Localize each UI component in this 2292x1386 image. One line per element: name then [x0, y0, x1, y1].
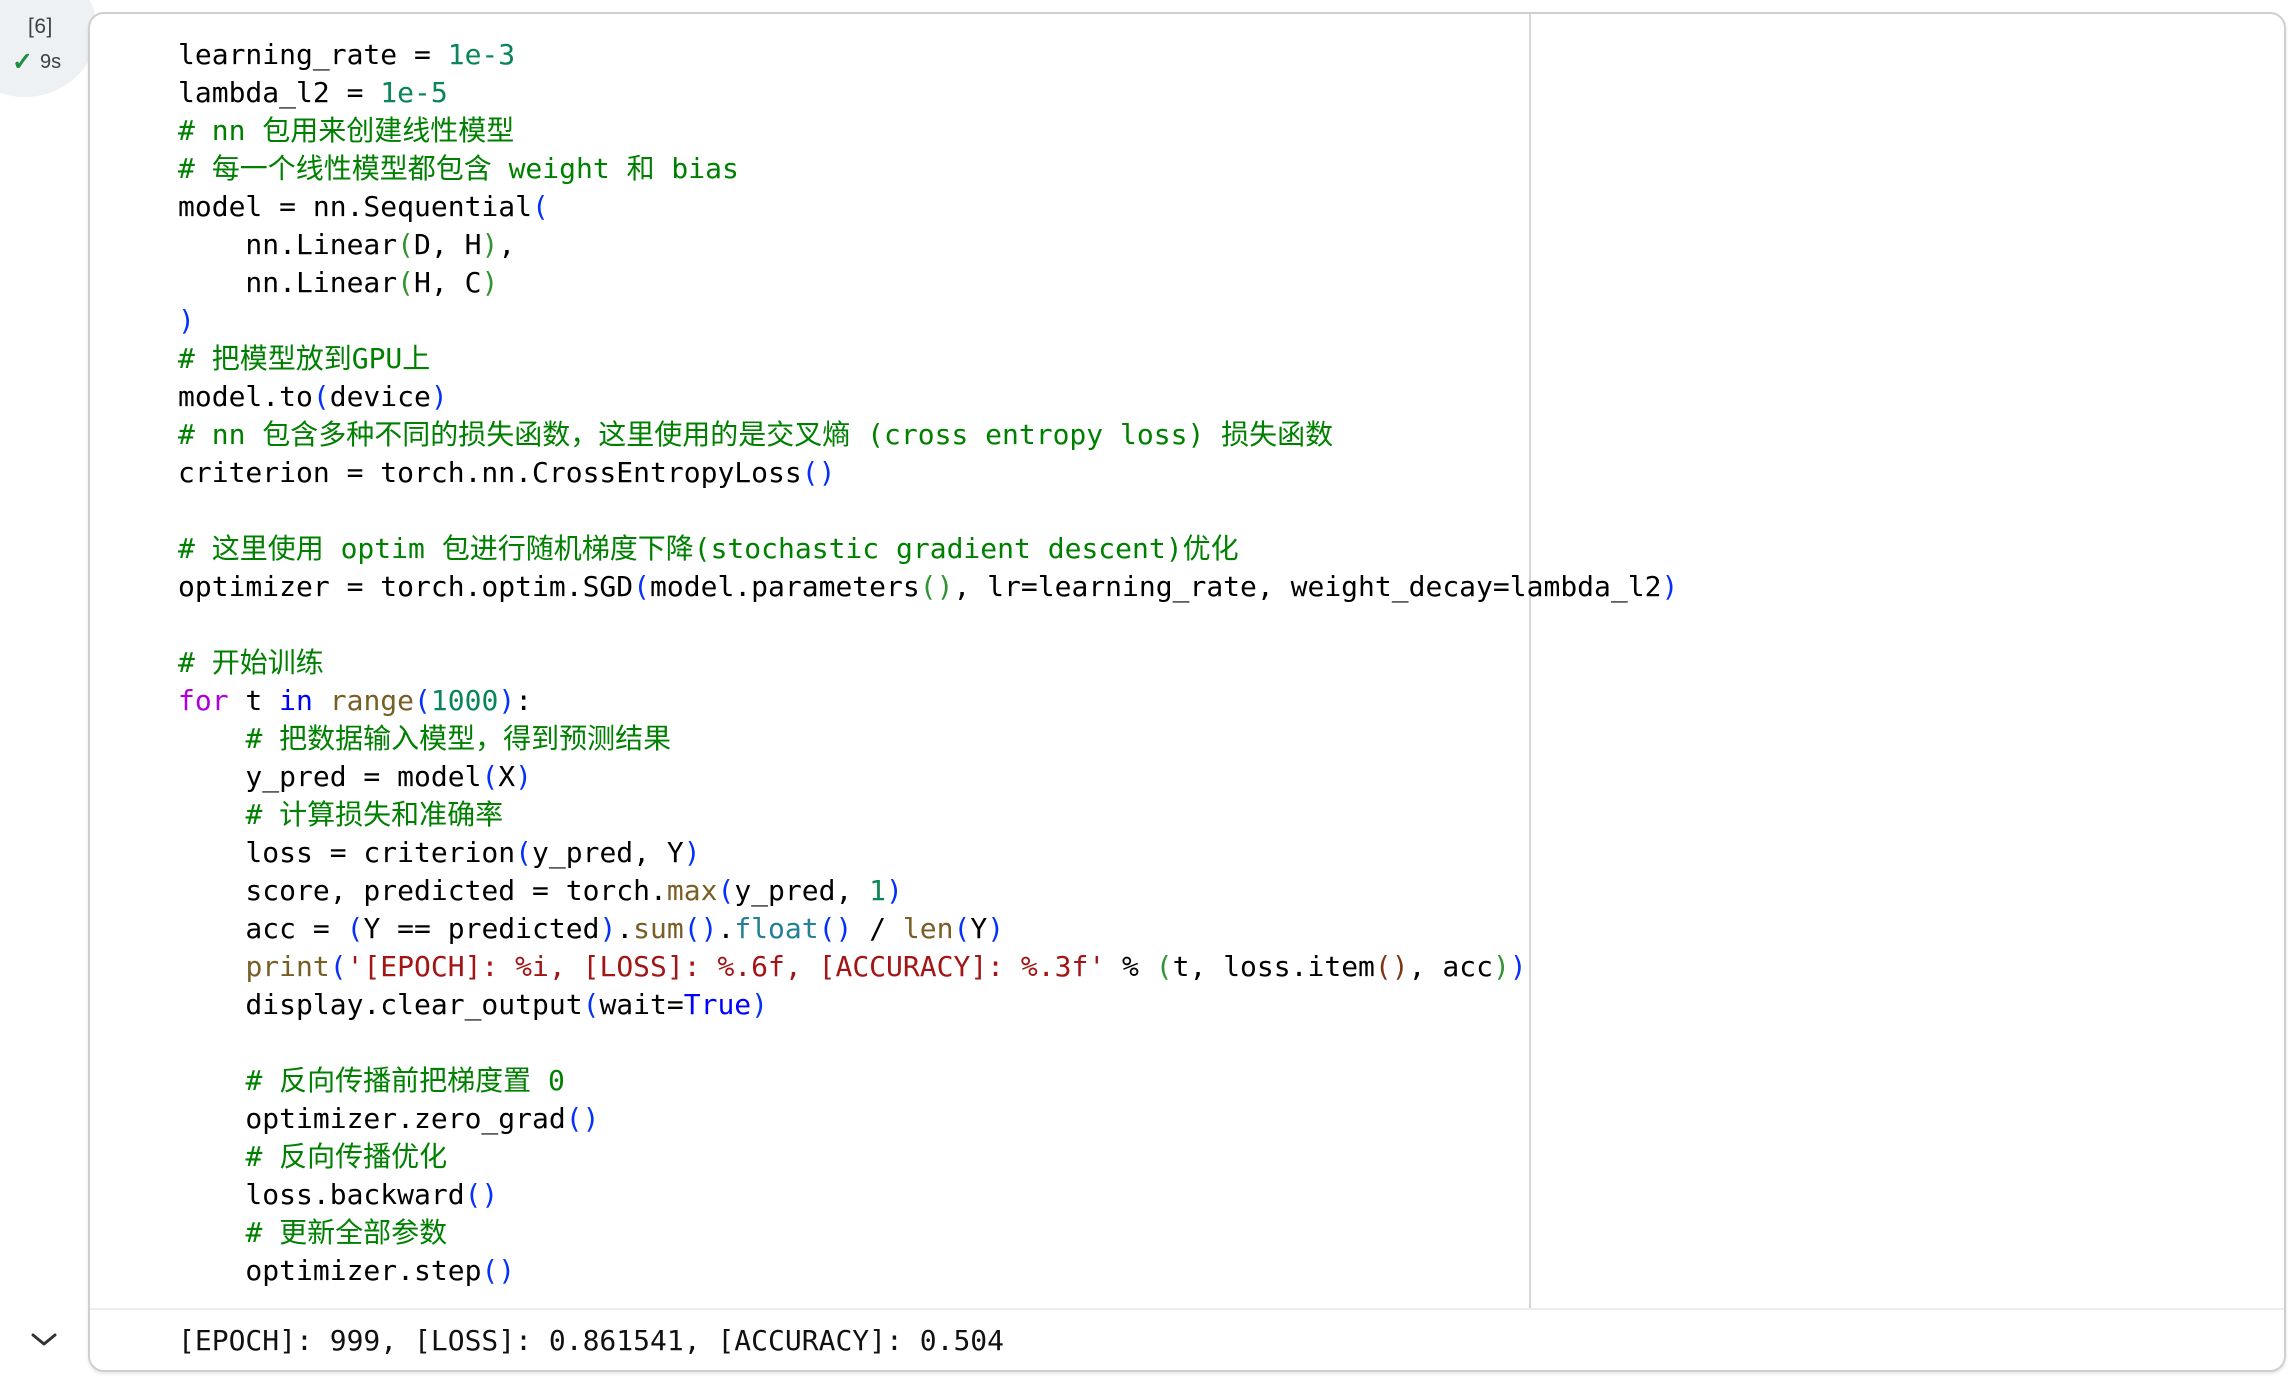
code-line: model.to(device) — [178, 378, 1678, 416]
check-icon: ✓ — [12, 50, 33, 75]
code-line: # 更新全部参数 — [178, 1214, 1678, 1252]
code-line: score, predicted = torch.max(y_pred, 1) — [178, 872, 1678, 910]
code-line: learning_rate = 1e-3 — [178, 36, 1678, 74]
code-line: # 反向传播前把梯度置 0 — [178, 1062, 1678, 1100]
code-line: # 开始训练 — [178, 644, 1678, 682]
code-line: nn.Linear(D, H), — [178, 226, 1678, 264]
code-line: print('[EPOCH]: %i, [LOSS]: %.6f, [ACCUR… — [178, 948, 1678, 986]
code-editor[interactable]: learning_rate = 1e-3lambda_l2 = 1e-5# nn… — [90, 14, 2284, 1308]
execution-duration: 9s — [40, 51, 61, 74]
code-line — [178, 606, 1678, 644]
code-line: # 每一个线性模型都包含 weight 和 bias — [178, 150, 1678, 188]
execution-count: [6] — [28, 15, 53, 39]
execution-status: ✓ 9s — [12, 50, 61, 75]
code-line: # 把模型放到GPU上 — [178, 340, 1678, 378]
code-line: nn.Linear(H, C) — [178, 264, 1678, 302]
code-line: model = nn.Sequential( — [178, 188, 1678, 226]
code-line: loss.backward() — [178, 1176, 1678, 1214]
code-line: # 反向传播优化 — [178, 1138, 1678, 1176]
code-line: # nn 包含多种不同的损失函数，这里使用的是交叉熵 (cross entrop… — [178, 416, 1678, 454]
notebook-page: [6] ✓ 9s learning_rate = 1e-3lambda_l2 =… — [0, 0, 2292, 1386]
code-line — [178, 492, 1678, 530]
output-text: [EPOCH]: 999, [LOSS]: 0.861541, [ACCURAC… — [178, 1324, 1004, 1357]
code-line: # 把数据输入模型，得到预测结果 — [178, 720, 1678, 758]
code-line: criterion = torch.nn.CrossEntropyLoss() — [178, 454, 1678, 492]
code-line: optimizer = torch.optim.SGD(model.parame… — [178, 568, 1678, 606]
code-lines: learning_rate = 1e-3lambda_l2 = 1e-5# nn… — [178, 36, 1678, 1290]
code-line: ) — [178, 302, 1678, 340]
code-line: optimizer.step() — [178, 1252, 1678, 1290]
code-line: display.clear_output(wait=True) — [178, 986, 1678, 1024]
code-line: optimizer.zero_grad() — [178, 1100, 1678, 1138]
code-line: for t in range(1000): — [178, 682, 1678, 720]
code-line — [178, 1024, 1678, 1062]
code-line: y_pred = model(X) — [178, 758, 1678, 796]
notebook-cell: learning_rate = 1e-3lambda_l2 = 1e-5# nn… — [88, 12, 2286, 1372]
code-line: # nn 包用来创建线性模型 — [178, 112, 1678, 150]
cell-output: [EPOCH]: 999, [LOSS]: 0.861541, [ACCURAC… — [90, 1308, 2284, 1370]
chevron-down-icon[interactable] — [30, 1332, 58, 1348]
code-line: # 计算损失和准确率 — [178, 796, 1678, 834]
code-line: lambda_l2 = 1e-5 — [178, 74, 1678, 112]
code-line: loss = criterion(y_pred, Y) — [178, 834, 1678, 872]
code-line: # 这里使用 optim 包进行随机梯度下降(stochastic gradie… — [178, 530, 1678, 568]
code-line: acc = (Y == predicted).sum().float() / l… — [178, 910, 1678, 948]
